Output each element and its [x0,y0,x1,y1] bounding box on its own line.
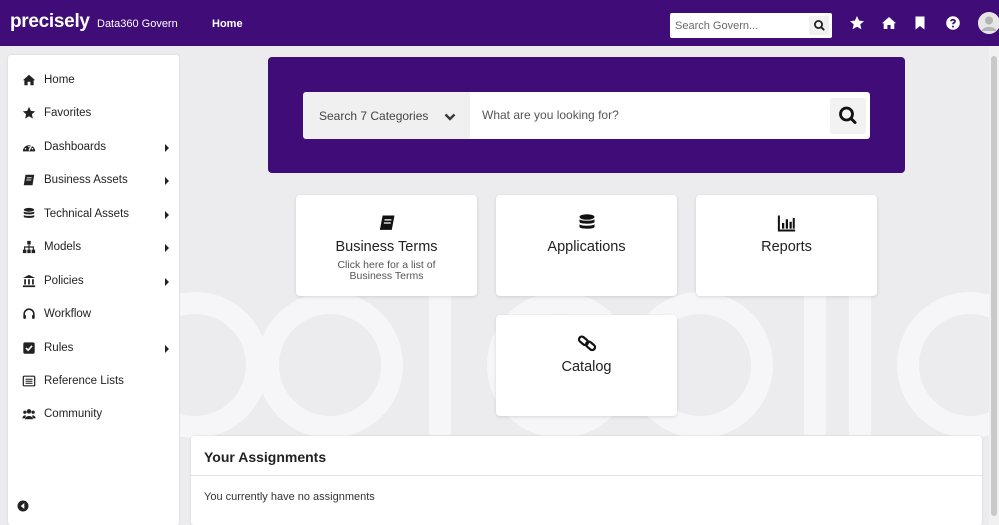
help-icon[interactable] [945,15,961,31]
card-applications[interactable]: Applications [496,195,677,296]
category-select-label: Search 7 Categories [319,109,429,123]
caret-right-icon [165,177,169,185]
bookmark-icon[interactable] [912,15,928,31]
search-icon[interactable] [809,16,829,35]
database-icon [22,207,36,221]
sidebar-item-rules[interactable]: Rules [8,336,179,360]
tachometer-icon [22,140,36,154]
caret-right-icon [165,244,169,252]
chevron-down-icon [444,110,456,122]
database-icon [577,213,597,233]
main-search-input[interactable] [482,105,822,125]
search-button[interactable] [830,98,866,134]
sidebar-item-label: Policies [44,275,84,287]
assignments-empty-message: You currently have no assignments [204,491,375,503]
global-search-input[interactable] [675,16,805,35]
search-icon [839,106,857,124]
card-title: Applications [547,239,626,255]
institution-icon [22,274,36,288]
card-title: Catalog [561,359,612,375]
book-icon [22,173,36,187]
users-icon [22,407,36,421]
card-business-terms[interactable]: Business Terms Click here for a list of … [296,195,477,296]
sidebar-item-models[interactable]: Models [8,235,179,259]
nav-home-link[interactable]: Home [212,18,243,30]
sidebar-item-business-assets[interactable]: Business Assets [8,168,179,192]
brand-logo[interactable]: precisely [10,11,90,33]
page-scrollbar[interactable] [989,46,999,525]
top-bar: precisely Data360 Govern Home [0,0,999,46]
category-select[interactable]: Search 7 Categories [303,92,470,139]
sidebar-item-label: Rules [44,342,74,354]
caret-right-icon [165,345,169,353]
sidebar-item-label: Models [44,241,82,253]
sidebar-item-label: Technical Assets [44,208,130,220]
user-avatar[interactable] [978,12,999,34]
card-reports[interactable]: Reports [696,195,877,296]
global-search [670,13,832,38]
sidebar-item-reference-lists[interactable]: Reference Lists [8,369,179,393]
card-subtitle: Click here for a list of Business Terms [337,259,436,282]
sidebar-item-technical-assets[interactable]: Technical Assets [8,202,179,226]
sidebar-item-label: Community [44,408,103,420]
caret-right-icon [165,211,169,219]
headset-icon [22,307,36,321]
sidebar-item-policies[interactable]: Policies [8,269,179,293]
sidebar-item-dashboards[interactable]: Dashboards [8,135,179,159]
bar-chart-icon [777,213,797,233]
assignments-header: Your Assignments [191,436,982,476]
sidebar-item-label: Business Assets [44,174,128,186]
search-banner: Search 7 Categories [268,57,905,173]
sidebar: Home Favorites Dashboards Business Asset… [8,55,179,525]
sidebar-item-home[interactable]: Home [8,68,179,92]
main-search [470,92,870,139]
check-square-icon [22,341,36,355]
card-title: Business Terms [335,239,438,255]
caret-right-icon [165,278,169,286]
sidebar-item-label: Home [44,74,75,86]
caret-right-icon [165,144,169,152]
sidebar-item-label: Dashboards [44,141,107,153]
collapse-sidebar-icon[interactable] [17,499,29,512]
assignments-panel: Your Assignments You currently have no a… [191,436,982,525]
sidebar-item-favorites[interactable]: Favorites [8,101,179,125]
sidebar-item-community[interactable]: Community [8,402,179,426]
sidebar-item-label: Workflow [44,308,92,320]
sitemap-icon [22,240,36,254]
card-catalog[interactable]: Catalog [496,315,677,416]
list-alt-icon [22,374,36,388]
scrollbar-thumb[interactable] [991,56,997,516]
sidebar-item-label: Favorites [44,107,92,119]
book-icon [377,213,397,233]
assignments-title: Your Assignments [204,449,327,465]
link-icon [577,333,597,353]
home-icon[interactable] [881,15,897,31]
sidebar-item-workflow[interactable]: Workflow [8,302,179,326]
home-icon [22,73,36,87]
favorites-star-icon[interactable] [849,15,865,31]
card-title: Reports [761,239,812,255]
product-name: Data360 Govern [97,18,178,30]
sidebar-item-label: Reference Lists [44,375,124,387]
star-icon [22,106,36,120]
